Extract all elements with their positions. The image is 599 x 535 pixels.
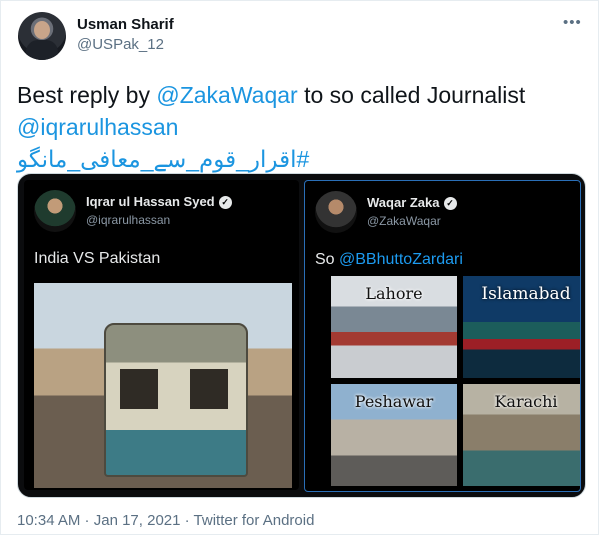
city-photo-grid: Lahore Islamabad Peshawar Karachi xyxy=(331,276,580,486)
tweet-text-prefix: Best reply by xyxy=(17,82,157,108)
tweet-footer: 10:34 AM · Jan 17, 2021 · Twitter for An… xyxy=(17,512,314,529)
tweet-card: Usman Sharif @USPak_12 ••• Best reply by… xyxy=(0,0,599,535)
right-handle: @ZakaWaqar xyxy=(367,214,441,228)
left-name: Iqrar ul Hassan Syed ✓ xyxy=(86,194,232,210)
bus-illustration xyxy=(104,323,248,477)
right-text: So @BBhuttoZardari xyxy=(315,251,463,268)
tweet-text: Best reply by @ZakaWaqar to so called Jo… xyxy=(17,79,577,175)
bus-window xyxy=(120,369,158,409)
city-photo: Lahore xyxy=(331,276,457,378)
left-avatar xyxy=(34,190,76,232)
author-handle[interactable]: @USPak_12 xyxy=(77,36,164,53)
left-text: India VS Pakistan xyxy=(34,250,161,267)
tweet-time[interactable]: 10:34 AM xyxy=(17,512,80,529)
separator: · xyxy=(180,512,194,529)
tweet-date[interactable]: Jan 17, 2021 xyxy=(94,512,181,529)
city-photo: Islamabad xyxy=(463,276,580,378)
city-label: Peshawar xyxy=(354,392,434,411)
left-screenshot: Iqrar ul Hassan Syed ✓ @iqrarulhassan Ind… xyxy=(24,180,299,490)
bus-photo xyxy=(34,283,292,488)
city-label: Islamabad xyxy=(481,284,571,304)
verified-icon: ✓ xyxy=(443,197,457,211)
right-avatar xyxy=(315,191,357,233)
avatar-head xyxy=(34,21,50,39)
bus-window xyxy=(190,369,228,409)
city-label: Lahore xyxy=(365,284,423,303)
mention-iqrarulhassan-link[interactable]: @iqrarulhassan xyxy=(17,114,178,140)
tweet-line-1: Best reply by @ZakaWaqar to so called Jo… xyxy=(17,79,577,111)
hashtag-link[interactable]: #اقرار_قوم_سے_معافی_مانگو xyxy=(17,146,309,172)
city-label: Karachi xyxy=(494,392,558,411)
mention-zakawaqar-link[interactable]: @ZakaWaqar xyxy=(156,82,297,108)
author-avatar[interactable] xyxy=(18,12,66,60)
tweet-source[interactable]: Twitter for Android xyxy=(194,512,315,529)
avatar-body xyxy=(26,40,58,60)
author-name[interactable]: Usman Sharif xyxy=(77,16,174,33)
right-screenshot: Waqar Zaka ✓ @ZakaWaqar So @BBhuttoZardar… xyxy=(304,180,581,492)
tweet-media-image[interactable]: Iqrar ul Hassan Syed ✓ @iqrarulhassan Ind… xyxy=(17,173,586,498)
right-name: Waqar Zaka ✓ xyxy=(367,195,457,211)
separator: · xyxy=(80,512,94,529)
city-photo: Peshawar xyxy=(331,384,457,486)
tweet-text-suffix: to so called Journalist xyxy=(297,82,526,108)
city-photo: Karachi xyxy=(463,384,580,486)
left-handle: @iqrarulhassan xyxy=(86,213,171,227)
tweet-line-3: #اقرار_قوم_سے_معافی_مانگو xyxy=(17,143,577,175)
more-horizontal-icon[interactable]: ••• xyxy=(563,14,582,31)
verified-icon: ✓ xyxy=(218,196,232,210)
tweet-line-2: @iqrarulhassan xyxy=(17,111,577,143)
